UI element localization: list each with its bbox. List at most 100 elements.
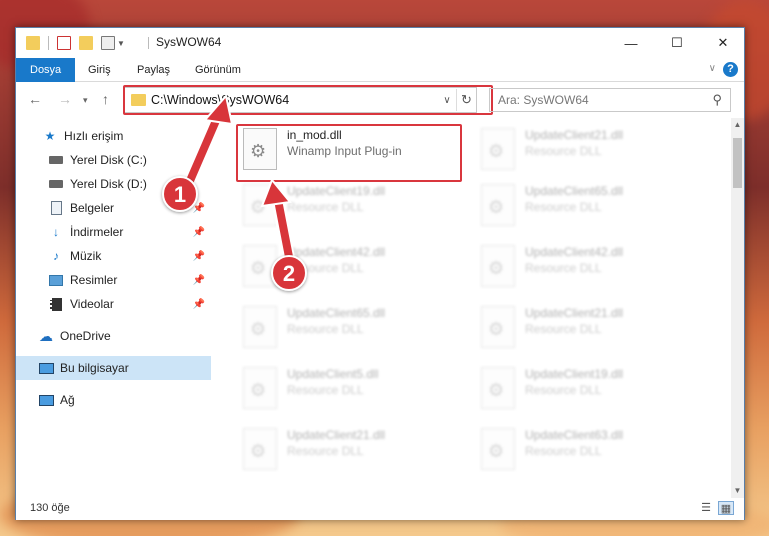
tab-giris[interactable]: Giriş: [88, 58, 111, 82]
file-name: UpdateClient21.dll: [525, 306, 624, 320]
separator: [148, 37, 149, 49]
help-icon[interactable]: ?: [723, 62, 738, 77]
music-icon: ♪: [53, 249, 59, 263]
sidebar-item-quick-access[interactable]: ★ Hızlı erişim: [16, 124, 211, 148]
search-box[interactable]: Ara: SysWOW64 ⚲: [489, 88, 731, 112]
sidebar-item-label: İndirmeler: [70, 225, 124, 239]
back-arrow-icon[interactable]: ←: [28, 91, 42, 107]
tab-gorunum[interactable]: Görünüm: [195, 58, 241, 82]
search-input[interactable]: Ara: SysWOW64: [498, 93, 712, 107]
file-item[interactable]: ⚙ UpdateClient21.dll Resource DLL: [237, 424, 467, 476]
forward-arrow-icon[interactable]: →: [58, 91, 72, 107]
file-type: Resource DLL: [287, 322, 364, 336]
file-item[interactable]: ⚙ UpdateClient21.dll Resource DLL: [475, 124, 705, 176]
file-type: Resource DLL: [525, 144, 602, 158]
file-name: UpdateClient5.dll: [287, 367, 379, 381]
pin-icon[interactable]: 📌: [193, 251, 205, 262]
file-name: UpdateClient21.dll: [525, 128, 624, 142]
sidebar-item-local-disk-c[interactable]: Yerel Disk (C:): [16, 148, 211, 172]
up-arrow-icon[interactable]: ↑: [102, 91, 109, 107]
dll-file-icon: ⚙: [481, 184, 515, 226]
file-type: Resource DLL: [525, 444, 602, 458]
pictures-icon: [48, 272, 64, 288]
item-count: 130 öğe: [30, 502, 70, 514]
file-item[interactable]: ⚙ UpdateClient42.dll Resource DLL: [475, 241, 705, 293]
dll-file-icon: ⚙: [243, 367, 277, 409]
file-item[interactable]: ⚙ UpdateClient19.dll Resource DLL: [475, 363, 705, 415]
pin-icon[interactable]: 📌: [193, 227, 205, 238]
file-item[interactable]: ⚙ UpdateClient5.dll Resource DLL: [237, 363, 467, 415]
title-bar: ▼ SysWOW64 — ☐ ✕: [16, 28, 744, 58]
close-button[interactable]: ✕: [700, 28, 746, 58]
star-icon: ★: [44, 129, 56, 143]
pin-icon[interactable]: 📌: [193, 299, 205, 310]
file-item[interactable]: ⚙ UpdateClient65.dll Resource DLL: [475, 180, 705, 232]
file-type: Resource DLL: [525, 261, 602, 275]
dll-file-icon: ⚙: [481, 428, 515, 470]
minimize-button[interactable]: —: [608, 28, 654, 58]
sidebar-item-label: Ağ: [60, 393, 75, 407]
file-name: UpdateClient19.dll: [287, 184, 386, 198]
dll-file-icon: ⚙: [243, 306, 277, 348]
computer-icon: [38, 360, 54, 376]
file-type: Resource DLL: [287, 444, 364, 458]
drive-icon: [48, 152, 64, 168]
sidebar-item-pictures[interactable]: Resimler 📌: [16, 268, 211, 292]
customize-icon[interactable]: [101, 36, 115, 50]
sidebar-item-label: Müzik: [70, 249, 102, 263]
search-icon[interactable]: ⚲: [712, 92, 722, 108]
sidebar-item-videos[interactable]: Videolar 📌: [16, 292, 211, 316]
file-type: Resource DLL: [525, 383, 602, 397]
sidebar-item-music[interactable]: ♪ Müzik 📌: [16, 244, 211, 268]
scroll-thumb[interactable]: [733, 138, 742, 188]
download-icon: ↓: [53, 225, 59, 239]
file-name: UpdateClient19.dll: [525, 367, 624, 381]
scroll-up-icon[interactable]: ▲: [731, 118, 744, 132]
file-highlight-box: [236, 124, 462, 182]
separator: [48, 36, 49, 50]
sidebar-item-this-pc[interactable]: Bu bilgisayar: [16, 356, 211, 380]
sidebar-item-onedrive[interactable]: ☁ OneDrive: [16, 324, 211, 348]
sidebar-item-label: Belgeler: [70, 201, 115, 215]
tab-paylas[interactable]: Paylaş: [137, 58, 170, 82]
file-item[interactable]: ⚙ UpdateClient63.dll Resource DLL: [475, 424, 705, 476]
address-highlight-box: [123, 85, 493, 115]
video-icon: [48, 296, 64, 312]
tiles-view-icon[interactable]: ▦: [718, 501, 734, 515]
network-icon: [38, 392, 54, 408]
sidebar-item-label: Bu bilgisayar: [60, 361, 129, 375]
maximize-button[interactable]: ☐: [654, 28, 700, 58]
vertical-scrollbar[interactable]: ▲ ▼: [731, 118, 744, 498]
document-icon: [48, 200, 64, 216]
recent-locations-chevron-icon[interactable]: ▾: [83, 95, 88, 106]
file-item[interactable]: ⚙ UpdateClient65.dll Resource DLL: [237, 302, 467, 354]
ribbon-tabs: Dosya Giriş Paylaş Görünüm ∨ ?: [16, 58, 744, 82]
file-type: Resource DLL: [287, 383, 364, 397]
scroll-down-icon[interactable]: ▼: [731, 484, 744, 498]
sidebar-item-network[interactable]: Ağ: [16, 388, 211, 412]
file-type: Resource DLL: [525, 322, 602, 336]
sidebar-item-downloads[interactable]: ↓ İndirmeler 📌: [16, 220, 211, 244]
chevron-down-icon[interactable]: ▼: [117, 39, 125, 48]
folder-icon: [26, 36, 40, 50]
file-name: UpdateClient21.dll: [287, 428, 386, 442]
new-folder-icon[interactable]: [79, 36, 93, 50]
dll-file-icon: ⚙: [481, 367, 515, 409]
file-name: UpdateClient42.dll: [525, 245, 624, 259]
chevron-down-icon[interactable]: ∨: [709, 63, 716, 74]
dll-file-icon: ⚙: [243, 184, 277, 226]
details-view-icon[interactable]: ☰: [698, 501, 714, 515]
dll-file-icon: ⚙: [481, 306, 515, 348]
file-item[interactable]: ⚙ UpdateClient21.dll Resource DLL: [475, 302, 705, 354]
quick-access-toolbar: ▼: [26, 34, 125, 52]
pin-icon[interactable]: 📌: [193, 275, 205, 286]
sidebar-item-label: Resimler: [70, 273, 118, 287]
file-type: Resource DLL: [525, 200, 602, 214]
dll-file-icon: ⚙: [481, 245, 515, 287]
properties-icon[interactable]: [57, 36, 71, 50]
window-title: SysWOW64: [156, 35, 222, 49]
sidebar-item-label: OneDrive: [60, 329, 111, 343]
tab-dosya[interactable]: Dosya: [16, 58, 76, 82]
sidebar-item-label: Yerel Disk (C:): [70, 153, 147, 167]
file-item[interactable]: ⚙ UpdateClient19.dll Resource DLL: [237, 180, 467, 232]
